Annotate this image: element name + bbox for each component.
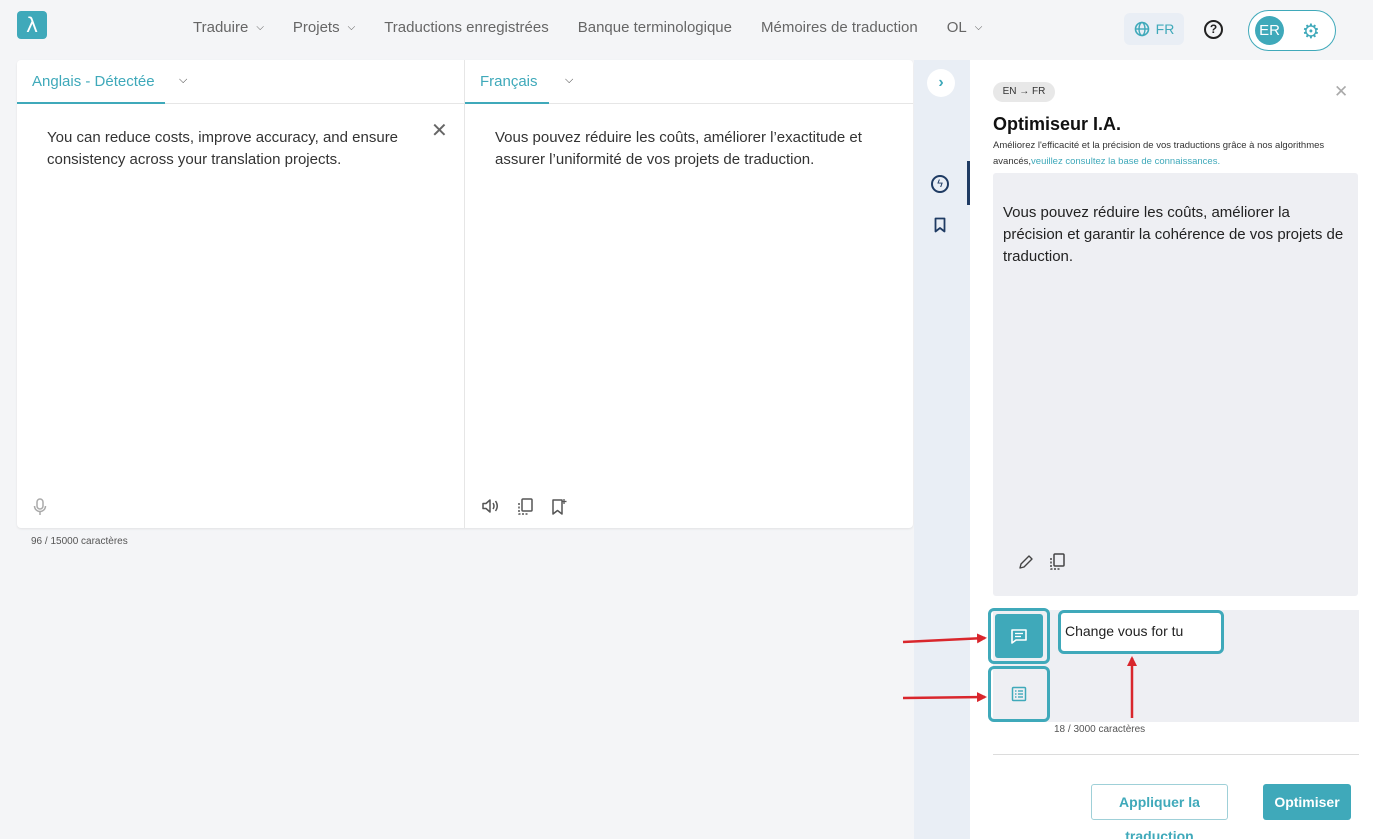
speaker-icon[interactable] <box>481 498 499 521</box>
apply-translation-button[interactable]: Appliquer la traduction <box>1091 784 1228 839</box>
optimize-button[interactable]: Optimiser <box>1263 784 1351 820</box>
optimized-text: Vous pouvez réduire les coûts, améliorer… <box>1003 204 1344 265</box>
user-menu[interactable]: ER ⚙ <box>1248 10 1336 51</box>
chevron-down-icon: ⌵ <box>256 22 264 33</box>
source-char-count: 96 / 15000 caractères <box>31 536 128 547</box>
expand-panel-button[interactable]: › <box>927 69 955 97</box>
chevron-down-icon[interactable]: ⌵ <box>565 74 573 87</box>
language-code: FR <box>1155 21 1175 37</box>
top-navigation-bar: λ Traduire ⌵ Projets ⌵ Traductions enregis… <box>0 0 1373 58</box>
nav-label: Banque terminologique <box>577 19 732 36</box>
panel-description: Améliorez l'efficacité et la précision d… <box>993 138 1338 170</box>
language-pair-chip: EN → FR <box>993 82 1055 102</box>
nav-label: OL <box>946 19 967 36</box>
copy-icon[interactable] <box>1049 553 1065 576</box>
source-language-tab[interactable]: Anglais - Détectée <box>32 73 155 90</box>
optimized-result-box: Vous pouvez réduire les coûts, améliorer… <box>993 173 1358 596</box>
avatar[interactable]: ER <box>1255 16 1284 45</box>
panel-title: Optimiseur I.A. <box>993 114 1122 134</box>
language-switcher[interactable]: FR <box>1124 13 1184 45</box>
list-icon <box>995 672 1043 716</box>
copy-icon[interactable] <box>517 498 533 521</box>
nav-label: Traductions enregistrées <box>384 19 549 36</box>
nav-item-term-bank[interactable]: Banque terminologique <box>578 19 732 36</box>
globe-icon <box>1134 21 1149 37</box>
source-language-bar: Anglais - Détectée ⌵ <box>17 60 464 104</box>
nav-item-traduire[interactable]: Traduire ⌵ <box>193 19 264 36</box>
chat-mode-button[interactable] <box>988 608 1050 664</box>
result-tools <box>1017 553 1065 576</box>
prompt-area: Change vous for tu <box>988 608 1359 722</box>
nav-label: Mémoires de traduction <box>761 19 918 36</box>
chevron-down-icon: ⌵ <box>974 22 983 33</box>
active-tab-underline <box>17 102 165 104</box>
nav-item-translation-memories[interactable]: Mémoires de traduction <box>761 19 918 36</box>
main-nav: Traduire ⌵ Projets ⌵ Traductions enregistr… <box>193 19 1011 36</box>
close-icon[interactable]: ✕ <box>1334 82 1348 102</box>
nav-label: Projets <box>292 19 340 36</box>
source-tools <box>33 498 47 521</box>
list-mode-button[interactable] <box>988 666 1050 722</box>
target-language-bar: Français ⌵ <box>465 60 913 104</box>
prompt-char-count: 18 / 3000 caractères <box>1054 724 1146 735</box>
knowledge-base-link[interactable]: veuillez consultez la base de connaissan… <box>1031 156 1220 167</box>
target-tools <box>481 498 567 521</box>
nav-item-saved-translations[interactable]: Traductions enregistrées <box>384 19 549 36</box>
optimizer-panel: EN → FR ✕ Optimiseur I.A. Améliorez l'ef… <box>970 60 1373 839</box>
bookmark-icon[interactable] <box>934 217 946 233</box>
target-text: Vous pouvez réduire les coûts, améliorer… <box>495 129 862 168</box>
source-pane: Anglais - Détectée ⌵ You can reduce cost… <box>17 60 465 528</box>
microphone-icon[interactable] <box>33 498 47 521</box>
clear-text-icon[interactable]: ✕ <box>431 118 448 143</box>
chevron-down-icon: ⌵ <box>347 22 356 33</box>
nav-item-projets[interactable]: Projets ⌵ <box>293 19 355 36</box>
target-pane: Français ⌵ Vous pouvez réduire les coûts… <box>465 60 913 528</box>
active-tab-underline <box>465 102 549 104</box>
nav-item-ol[interactable]: OL ⌵ <box>947 19 983 36</box>
bolt-icon[interactable]: ϟ <box>931 175 949 193</box>
target-language-tab[interactable]: Français <box>480 73 538 90</box>
chat-icon <box>995 614 1043 658</box>
help-icon[interactable]: ? <box>1204 20 1223 39</box>
chevron-down-icon[interactable]: ⌵ <box>179 74 187 87</box>
source-text[interactable]: You can reduce costs, improve accuracy, … <box>47 127 407 171</box>
pencil-icon[interactable] <box>1017 553 1035 576</box>
prompt-input[interactable]: Change vous for tu <box>1058 610 1224 654</box>
divider <box>993 754 1359 755</box>
gear-icon[interactable]: ⚙ <box>1299 19 1323 43</box>
translator-card: Anglais - Détectée ⌵ You can reduce cost… <box>17 60 913 528</box>
nav-label: Traduire <box>193 19 249 36</box>
app-logo[interactable]: λ <box>17 11 47 39</box>
bookmark-add-icon[interactable] <box>551 498 567 521</box>
side-rail: › ϟ <box>914 60 970 839</box>
